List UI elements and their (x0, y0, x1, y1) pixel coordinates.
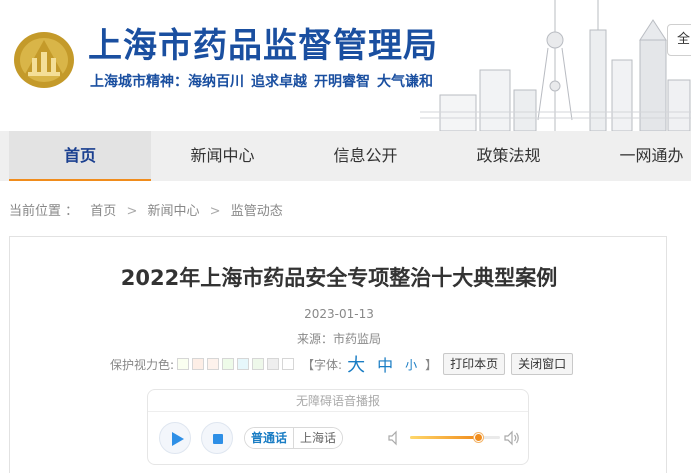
font-size-small-button[interactable]: 小 (405, 356, 417, 373)
font-size-medium-button[interactable]: 中 (377, 352, 393, 376)
article-date: 2023-01-13 (304, 307, 374, 321)
site-header: 上海市药品监督管理局 上海城市精神：海纳百川 追求卓越 开明睿智 大气谦和 全 (0, 0, 691, 131)
motto-part: 开明睿智 (314, 74, 370, 90)
breadcrumb-separator: > (126, 204, 138, 219)
volume-high-icon[interactable] (504, 430, 520, 446)
volume-slider-fill (410, 436, 478, 439)
language-mandarin-button[interactable]: 普通话 (245, 428, 294, 448)
breadcrumb-link-home[interactable]: 首页 (90, 204, 116, 219)
eye-care-swatch[interactable] (267, 358, 280, 370)
volume-slider[interactable] (410, 433, 500, 442)
breadcrumb-link-news[interactable]: 新闻中心 (147, 204, 199, 219)
skyline-illustration (420, 0, 691, 131)
stop-icon (213, 434, 223, 444)
eye-care-swatch[interactable] (192, 358, 205, 370)
language-toggle: 普通话 上海话 (244, 427, 344, 449)
print-page-button[interactable]: 打印本页 (443, 353, 506, 375)
eye-care-swatch[interactable] (282, 358, 295, 370)
eye-care-swatch[interactable] (237, 358, 250, 370)
nav-item-policy[interactable]: 政策法规 (437, 131, 580, 181)
font-size-label-close: 】 (425, 357, 438, 372)
nav-item-news[interactable]: 新闻中心 (151, 131, 294, 181)
breadcrumb-label: 当前位置 ： (9, 204, 79, 219)
motto-part: 上海城市精神：海纳百川 (90, 74, 244, 90)
breadcrumb: 当前位置 ： 首页 > 新闻中心 > 监管动态 (9, 203, 283, 221)
play-button[interactable] (159, 422, 191, 454)
eye-care-swatch[interactable] (252, 358, 265, 370)
article-tools: 保护视力色: 【字体: 大 中 小 】 打印本页 关闭窗口 (110, 351, 574, 377)
audio-player-title: 无障碍语音播报 (148, 390, 528, 412)
stop-button[interactable] (201, 422, 233, 454)
nav-item-info[interactable]: 信息公开 (294, 131, 437, 181)
article-source: 来源：市药监局 (296, 332, 381, 346)
eye-care-swatch[interactable] (207, 358, 220, 370)
font-size-label: 【字体: (302, 357, 343, 372)
nav-item-services[interactable]: 一网通办 (580, 131, 691, 181)
nav-item-home[interactable]: 首页 (9, 131, 151, 181)
site-search-button[interactable]: 全 (667, 24, 691, 56)
play-icon (172, 432, 184, 446)
article-title: 2022年上海市药品安全专项整治十大典型案例 (120, 266, 558, 290)
breadcrumb-link-supervision[interactable]: 监管动态 (231, 204, 283, 219)
breadcrumb-separator: > (209, 204, 221, 219)
volume-slider-handle[interactable] (473, 433, 483, 442)
main-nav: 首页 新闻中心 信息公开 政策法规 一网通办 (0, 131, 691, 181)
eye-care-label: 保护视力色: (110, 357, 175, 372)
volume-low-icon[interactable] (388, 430, 402, 446)
site-motto: 上海城市精神：海纳百川 追求卓越 开明睿智 大气谦和 (90, 72, 440, 92)
font-size-large-button[interactable]: 大 (347, 351, 365, 377)
eye-care-swatch[interactable] (177, 358, 190, 370)
language-shanghainese-button[interactable]: 上海话 (293, 428, 343, 448)
eye-care-swatch[interactable] (222, 358, 235, 370)
audio-player: 无障碍语音播报 普通话 上海话 (147, 389, 529, 465)
emblem-logo-icon (14, 32, 74, 88)
site-title: 上海市药品监督管理局 (88, 26, 438, 66)
article-container: 2022年上海市药品安全专项整治十大典型案例 2023-01-13 来源：市药监… (9, 236, 667, 473)
motto-part: 追求卓越 (251, 74, 307, 90)
close-window-button[interactable]: 关闭窗口 (511, 353, 574, 375)
motto-part: 大气谦和 (377, 74, 433, 90)
